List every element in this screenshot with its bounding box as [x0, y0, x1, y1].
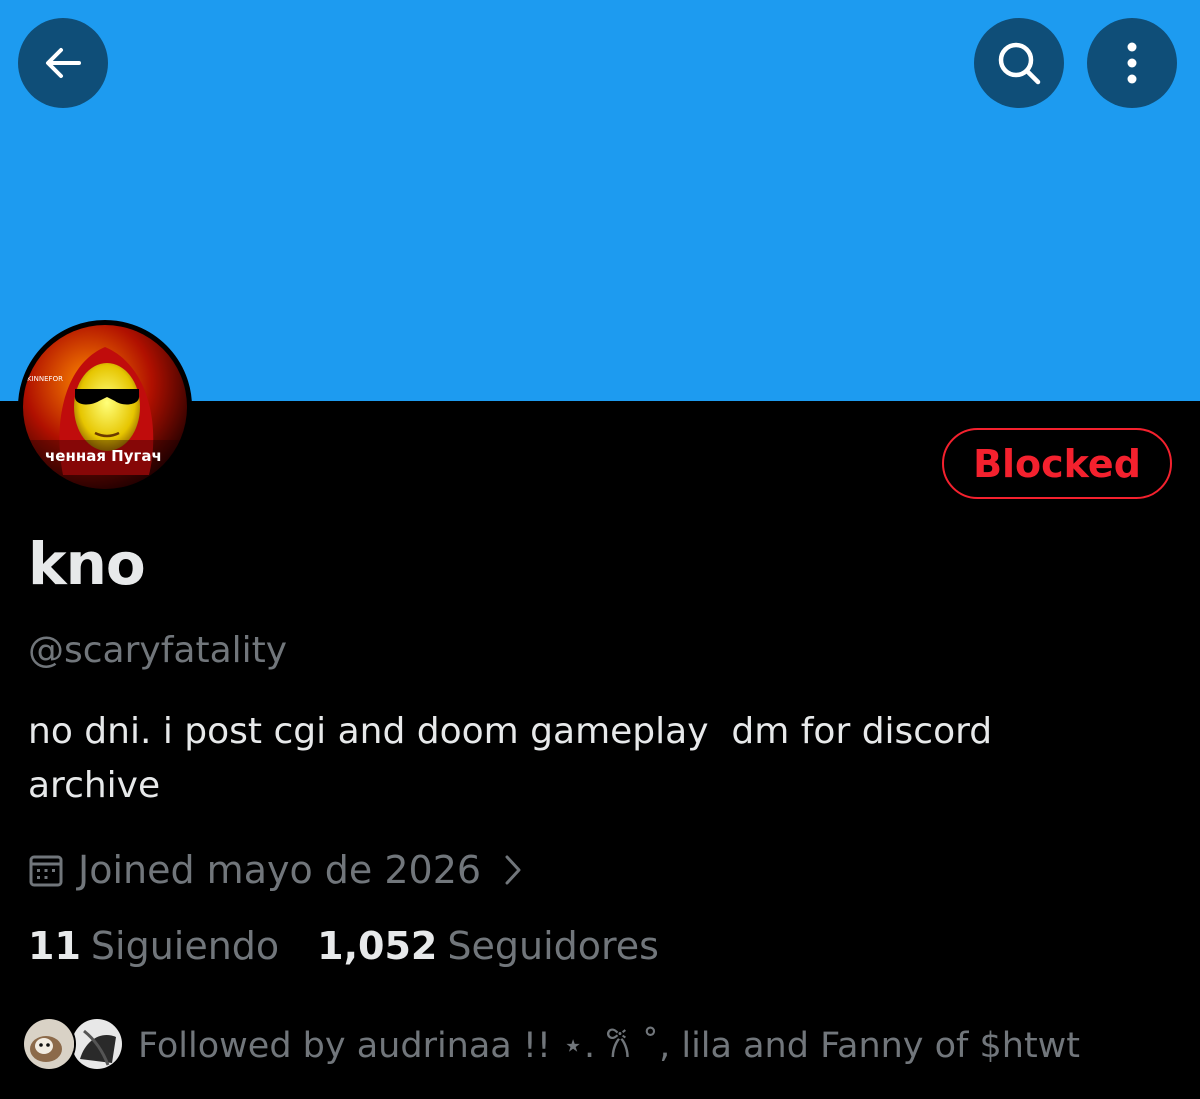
profile-bio: no dni. i post cgi and doom gameplay dm … [28, 711, 993, 806]
following-count: 11 [28, 924, 81, 968]
search-icon [995, 39, 1043, 87]
svg-text:ченная Пугач: ченная Пугач [45, 447, 162, 465]
blocked-button[interactable]: Blocked [942, 428, 1172, 499]
more-options-button[interactable] [1087, 18, 1177, 108]
following-label: Siguiendo [90, 924, 280, 968]
arrow-left-icon [41, 41, 85, 85]
follower-avatars [22, 1016, 126, 1072]
followed-by-row[interactable]: Followed by audrinaa !! ⋆. 𐙚 ˚, lila and… [22, 1016, 1080, 1072]
joined-date[interactable]: Joined mayo de 2026 [28, 844, 523, 896]
following-link[interactable]: 11 Siguiendo [28, 924, 279, 968]
followers-label: Seguidores [447, 924, 659, 968]
follow-stats: 11 Siguiendo 1,052 Seguidores [28, 924, 659, 968]
display-name: kno [28, 530, 146, 598]
followers-count: 1,052 [317, 924, 438, 968]
username-handle: @scaryfatality [28, 630, 288, 671]
chevron-right-icon [503, 853, 523, 887]
followers-link[interactable]: 1,052 Seguidores [317, 924, 659, 968]
back-button[interactable] [18, 18, 108, 108]
more-vertical-icon [1122, 39, 1142, 87]
joined-label: Joined mayo de 2026 [78, 848, 482, 892]
search-button[interactable] [974, 18, 1064, 108]
followed-by-text: Followed by audrinaa !! ⋆. 𐙚 ˚, lila and… [138, 1025, 1081, 1066]
profile-avatar[interactable]: KINNEFOR ченная Пугач [18, 320, 192, 494]
follower-avatar [70, 1017, 124, 1071]
follower-avatar [22, 1017, 76, 1071]
svg-text:KINNEFOR: KINNEFOR [27, 375, 63, 383]
calendar-icon [28, 852, 64, 888]
